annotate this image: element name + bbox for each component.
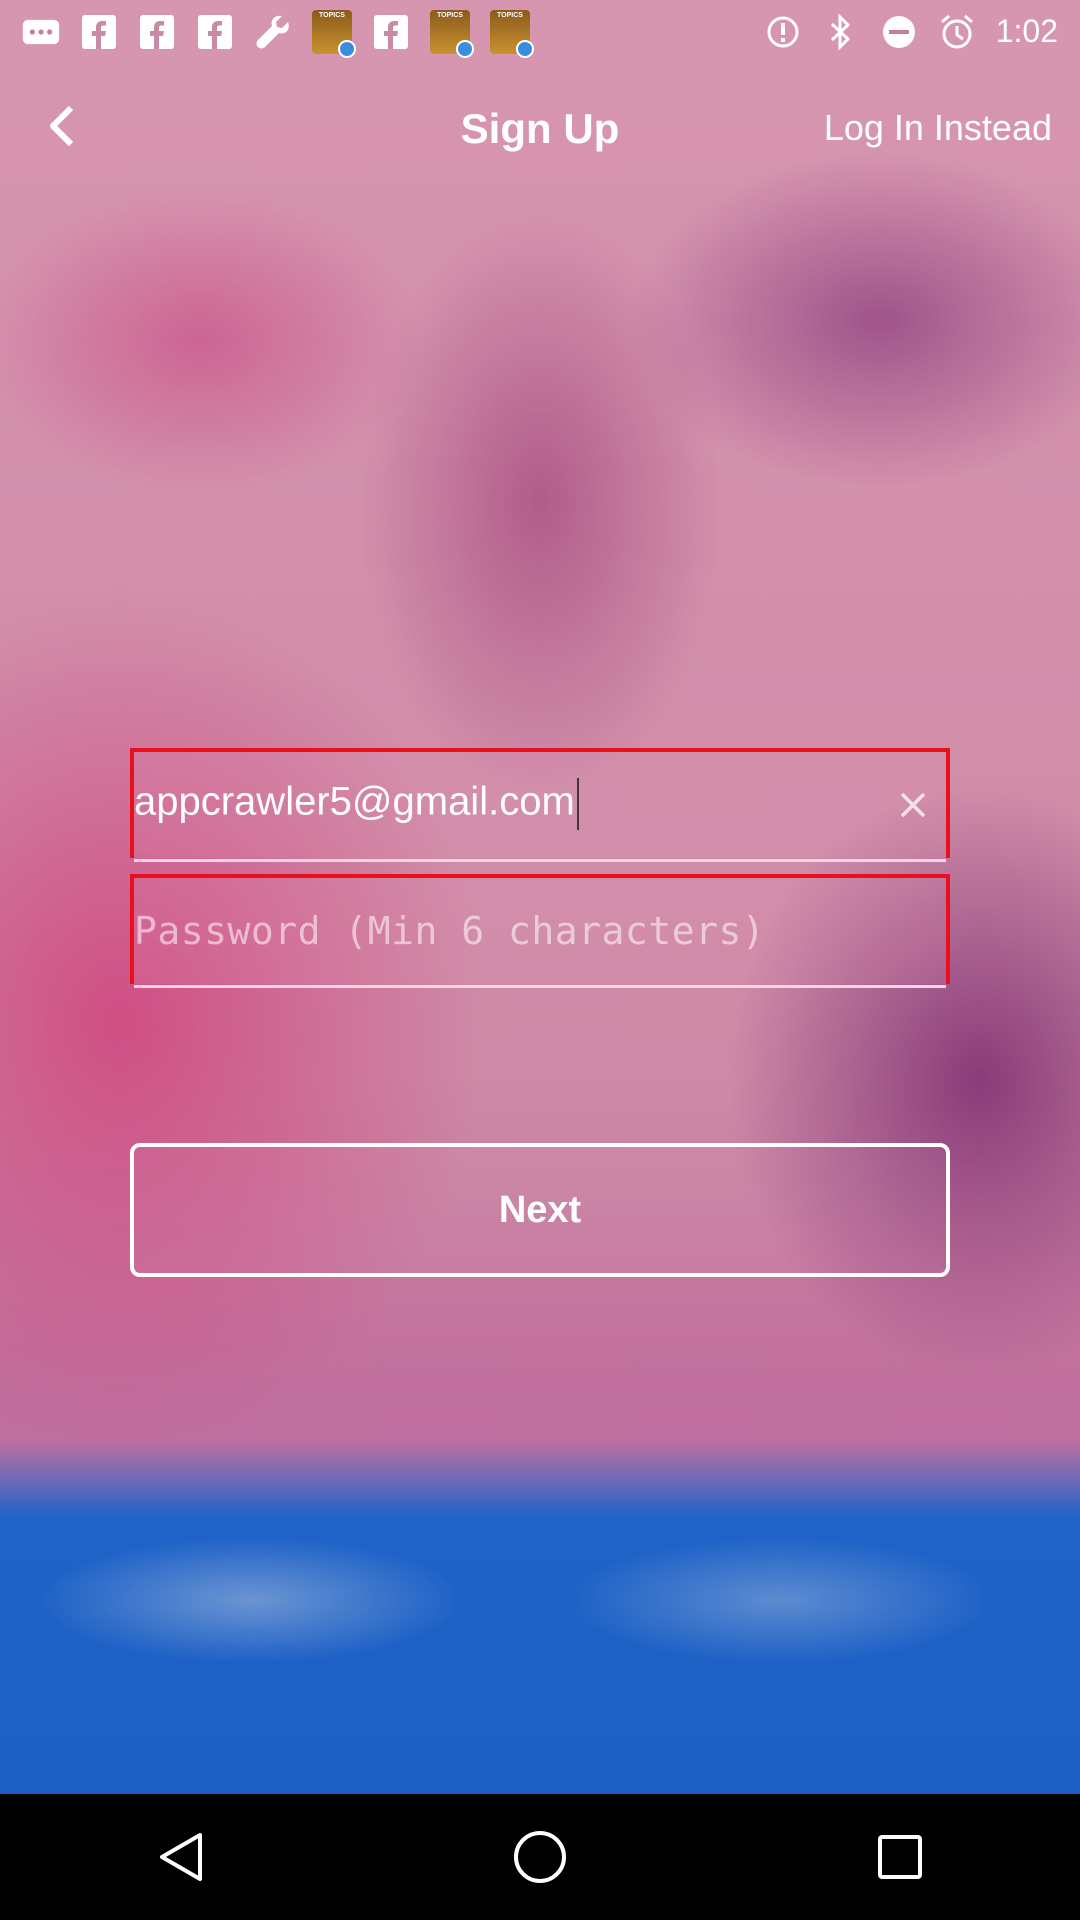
status-bar: TOPICS TOPICS TOPICS 1:02 [0,0,1080,63]
topics-app-icon: TOPICS [312,9,356,58]
do-not-disturb-icon [880,13,918,51]
facebook-icon [138,13,176,51]
background-blue-band [0,1440,1080,1794]
status-clock: 1:02 [995,13,1058,49]
wrench-icon [254,13,292,51]
facebook-icon [372,13,410,51]
email-text: appcrawler5@gmail.com [134,779,575,824]
email-value: appcrawler5@gmail.com [134,778,579,830]
text-caret [576,778,579,830]
topics-app-icon: TOPICS [490,9,534,58]
topics-app-label: TOPICS [497,11,523,19]
topics-app-icon: TOPICS [430,9,474,58]
nav-recents-button[interactable] [855,1812,945,1902]
password-input[interactable] [134,896,934,966]
top-app-bar: Sign Up Log In Instead [0,63,1080,203]
bluetooth-icon [822,13,860,51]
home-circle-icon [514,1831,566,1883]
email-underline [134,859,946,862]
nav-home-button[interactable] [495,1812,585,1902]
navigation-bar [0,1794,1080,1920]
alarm-icon [938,13,976,51]
nav-back-button[interactable] [135,1812,225,1902]
password-field-container [130,874,950,988]
password-underline [134,985,946,988]
topics-app-label: TOPICS [437,11,463,19]
alert-icon [764,13,802,51]
back-triangle-icon [160,1833,202,1881]
facebook-icon [80,13,118,51]
topics-app-label: TOPICS [319,11,345,19]
more-icon [22,13,60,51]
clear-email-button[interactable] [888,780,938,830]
facebook-icon [196,13,234,51]
log-in-instead-link[interactable]: Log In Instead [824,107,1052,149]
close-icon [900,792,926,818]
email-field[interactable]: appcrawler5@gmail.com [130,748,950,862]
next-button[interactable]: Next [130,1143,950,1277]
status-left: TOPICS TOPICS TOPICS [22,9,534,58]
recents-square-icon [878,1835,922,1879]
status-right: 1:02 [764,13,1058,51]
